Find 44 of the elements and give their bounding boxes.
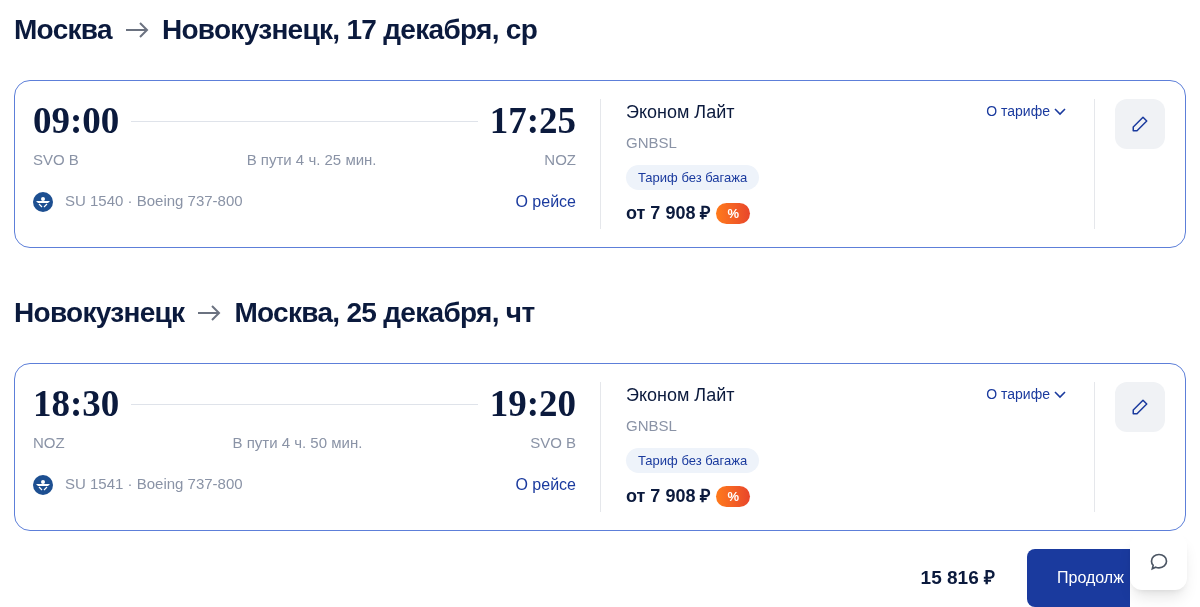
flight-number: SU 1541 · Boeing 737-800: [65, 474, 243, 495]
airline-logo-icon: [33, 191, 53, 212]
fare-code: GNBSL: [626, 133, 678, 153]
total-price: 15 816 ₽: [920, 565, 995, 590]
arrival-time: 17:25: [489, 99, 576, 144]
flight-duration: В пути 4 ч. 25 мин.: [246, 150, 377, 170]
flight-number: SU 1540 · Boeing 737-800: [65, 191, 243, 212]
chat-button[interactable]: [1130, 533, 1187, 590]
chevron-down-icon: [1054, 390, 1066, 399]
flight-duration: В пути 4 ч. 50 мин.: [232, 433, 363, 453]
fare-tag: Тариф без багажа: [626, 164, 760, 190]
continue-button[interactable]: Продолж: [1027, 549, 1130, 607]
fare-tag: Тариф без багажа: [626, 447, 760, 473]
arrow-right-icon: [123, 20, 150, 40]
route-origin: Москва: [14, 13, 112, 47]
edit-button[interactable]: [1115, 382, 1165, 432]
arrival-airport: SVO B: [530, 433, 576, 453]
fare-name: Эконом Лайт: [626, 101, 735, 124]
pencil-icon: [1131, 115, 1149, 133]
airline-logo-icon: [33, 474, 53, 495]
edit-button[interactable]: [1115, 99, 1165, 149]
chevron-down-icon: [1054, 107, 1066, 116]
route-origin: Новокузнецк: [14, 296, 185, 330]
pencil-icon: [1131, 398, 1149, 416]
flight-details-link[interactable]: О рейсе: [515, 189, 576, 214]
departure-time: 09:00: [33, 99, 120, 144]
route-destination: Новокузнецк, 17 декабря, ср: [161, 13, 538, 47]
fare-name: Эконом Лайт: [626, 384, 735, 407]
arrival-time: 19:20: [489, 382, 576, 427]
arrival-airport: NOZ: [544, 150, 576, 170]
departure-airport: NOZ: [33, 433, 65, 453]
departure-time: 18:30: [33, 382, 120, 427]
fare-price: от 7 908 ₽: [626, 202, 711, 225]
route-destination: Москва, 25 декабря, чт: [234, 296, 535, 330]
chat-bubble-icon: [1148, 551, 1169, 572]
departure-airport: SVO B: [33, 150, 79, 170]
fare-code: GNBSL: [626, 416, 678, 436]
flight-details-link[interactable]: О рейсе: [515, 472, 576, 497]
tariff-info-link[interactable]: О тарифе: [986, 384, 1066, 405]
discount-badge: %: [716, 202, 750, 225]
arrow-right-icon: [196, 303, 223, 323]
discount-badge: %: [716, 485, 750, 508]
tariff-info-link[interactable]: О тарифе: [986, 101, 1066, 122]
fare-price: от 7 908 ₽: [626, 485, 711, 508]
